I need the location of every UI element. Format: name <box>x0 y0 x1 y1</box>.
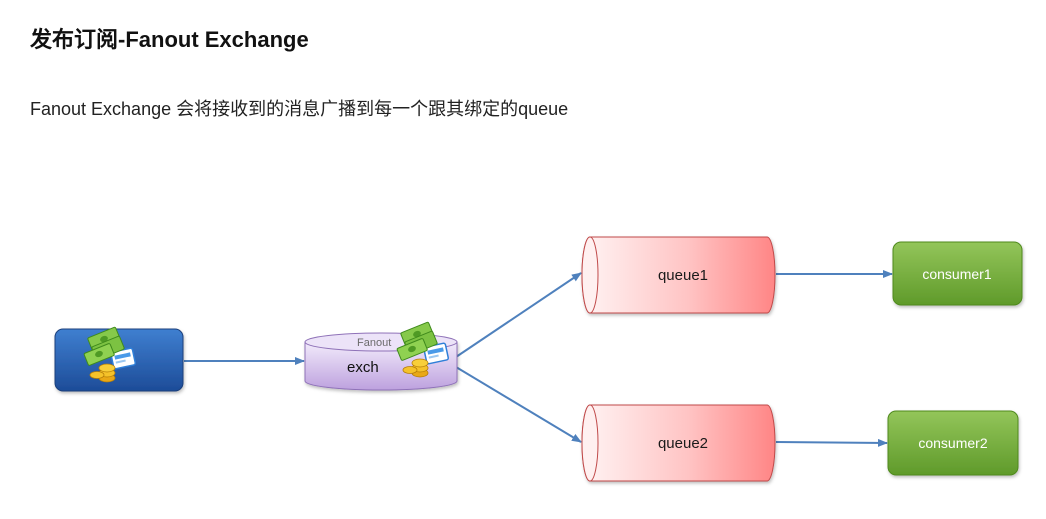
arrow-queue2-to-consumer2 <box>775 438 888 447</box>
consumer1-node: consumer1 <box>892 241 1023 306</box>
fanout-diagram: Fanout exch queue1 queue2 consumer1 cons… <box>54 236 1023 482</box>
arrow-exchange-to-queue2 <box>455 366 582 443</box>
consumer1-label: consumer1 <box>922 266 991 282</box>
publisher-node <box>54 326 184 392</box>
exchange-type-label: Fanout <box>357 337 391 349</box>
consumer2-node: consumer2 <box>887 410 1019 476</box>
queue1-label: queue1 <box>658 267 708 284</box>
arrow-exchange-to-queue1 <box>455 272 582 358</box>
consumer2-label: consumer2 <box>918 435 987 451</box>
queue2-node: queue2 <box>581 404 776 482</box>
queue1-node: queue1 <box>581 236 776 314</box>
queue2-label: queue2 <box>658 435 708 452</box>
exchange-node: Fanout exch <box>304 321 458 391</box>
exchange-name-label: exch <box>347 359 379 376</box>
